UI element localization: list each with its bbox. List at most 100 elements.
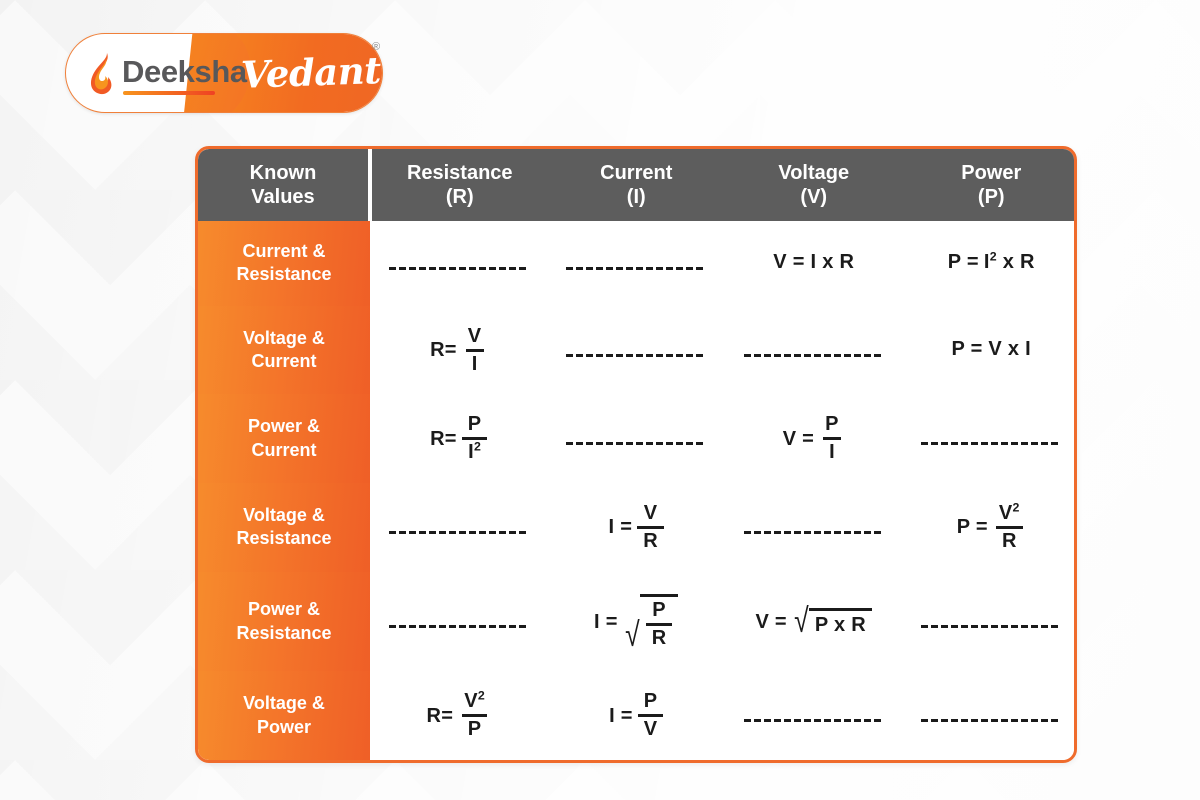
row-label-line-2: Resistance xyxy=(236,264,332,285)
registered-trademark-mark: ® xyxy=(372,41,381,53)
cell-voltage xyxy=(725,671,903,760)
fraction-numerator: V xyxy=(643,501,658,524)
fraction-denominator: V xyxy=(637,714,664,740)
column-header-known-values: Known Values xyxy=(198,149,372,221)
column-header-power: Power (P) xyxy=(902,149,1074,221)
cell-power xyxy=(902,671,1074,760)
header-line-2: (R) xyxy=(445,186,474,208)
formula: V = I x R xyxy=(773,252,854,272)
formula: R= V2 P xyxy=(426,688,491,740)
row-label-known-values: Voltage & Resistance xyxy=(198,483,370,572)
formula-left-side: V = xyxy=(755,610,787,633)
formula-left-side: I = xyxy=(608,516,633,539)
row-label-known-values: Voltage & Power xyxy=(198,671,370,760)
fraction-numerator: V2 xyxy=(464,688,486,713)
row-label-line-1: Voltage & xyxy=(243,327,325,348)
formula: P = V x I xyxy=(951,339,1031,359)
logo-vedantu-text: Vedantu xyxy=(240,47,383,97)
table-row: Voltage & Power R= V2 P I = P V xyxy=(198,671,1074,760)
table-row: Power & Current R= P I2 V = P I xyxy=(198,394,1074,484)
page-root: Deeksha Vedantu ® Known Values Resistanc… xyxy=(0,0,1200,800)
cell-resistance: R= V I xyxy=(370,305,548,395)
fraction-numerator: V xyxy=(467,324,482,347)
row-label-known-values: Voltage & Current xyxy=(198,305,370,395)
cell-current: I = √ P R xyxy=(547,571,725,672)
header-line-2: (P) xyxy=(977,186,1005,208)
header-line-2: (V) xyxy=(800,186,828,208)
row-label-line-2: Current xyxy=(251,351,317,372)
header-row: Known Values Resistance (R) Current (I) … xyxy=(198,149,1074,221)
formula-left-side: P = xyxy=(947,251,979,274)
fraction-numerator: V2 xyxy=(998,500,1020,524)
column-header-resistance: Resistance (R) xyxy=(370,149,548,221)
formula: R= P I2 xyxy=(430,414,488,463)
fraction-numerator: P xyxy=(652,599,666,621)
column-header-voltage: Voltage (V) xyxy=(725,149,903,221)
radical-sign-icon: √ xyxy=(794,602,809,641)
fraction: VR xyxy=(637,501,664,552)
table-row: Current & Resistance V = I x R P = I2 x R xyxy=(198,221,1074,306)
fraction-denominator: R xyxy=(645,623,673,649)
flame-icon xyxy=(90,53,112,95)
header-line-1: Current xyxy=(600,161,673,184)
row-label-line-2: Resistance xyxy=(236,528,332,549)
row-label-line-1: Current & xyxy=(242,240,326,261)
fraction-numerator: P xyxy=(467,413,482,436)
logo-underline xyxy=(123,91,215,95)
fraction-denominator: R xyxy=(995,525,1023,552)
cell-current xyxy=(547,305,725,395)
ohms-law-table-frame: Known Values Resistance (R) Current (I) … xyxy=(195,146,1077,763)
formula: V = P I xyxy=(783,414,845,463)
cell-power xyxy=(902,571,1074,672)
formula: I = P V xyxy=(609,691,664,740)
formula-left-side: I = xyxy=(609,704,633,727)
row-label-line-2: Power xyxy=(256,716,312,737)
formula-left-side: P = V x I xyxy=(951,338,1032,361)
row-label-known-values: Power & Current xyxy=(198,394,370,484)
cell-resistance: R= P I2 xyxy=(370,394,548,484)
empty-cell-dashes xyxy=(743,353,884,357)
table-row: Power & Resistance I = √ P R V = √ P x R xyxy=(198,571,1074,672)
empty-cell-dashes xyxy=(921,719,1061,723)
formula-left-side: I = xyxy=(594,610,618,633)
square-root: √ P R xyxy=(623,594,679,652)
fraction-denominator: I xyxy=(465,348,484,375)
radicand: PR xyxy=(639,594,679,649)
row-label-line-1: Power & xyxy=(247,599,321,620)
header-line-1: Resistance xyxy=(406,161,513,184)
table-row: Voltage & Resistance I = V R P = V2 R xyxy=(198,483,1074,572)
cell-resistance xyxy=(370,221,548,306)
cell-voltage: V = P I xyxy=(725,394,903,484)
header-line-1: Power xyxy=(961,161,1022,184)
cell-resistance xyxy=(370,483,548,572)
cell-resistance: R= V2 P xyxy=(370,671,548,760)
formula-left-side: R= xyxy=(430,427,457,450)
formula: I = V R xyxy=(608,501,664,552)
cell-current xyxy=(547,394,725,484)
header-line-2: Values xyxy=(251,186,315,208)
fraction: P I2 xyxy=(462,414,488,463)
logo-pill: Deeksha Vedantu xyxy=(65,33,383,113)
cell-power xyxy=(902,394,1074,484)
formula: P = I2 x R xyxy=(947,250,1035,274)
table-body: Current & Resistance V = I x R P = I2 x R Vol… xyxy=(198,221,1074,760)
logo-deeksha-text: Deeksha xyxy=(122,54,247,89)
fraction-numerator: P xyxy=(825,413,839,436)
fraction: VI xyxy=(462,324,488,375)
cell-voltage: V = I x R xyxy=(725,221,903,306)
fraction-denominator: I xyxy=(823,437,841,463)
fraction: PI xyxy=(819,414,845,463)
formula: I = √ P R xyxy=(594,594,679,652)
empty-cell-dashes xyxy=(743,719,884,723)
formula-left-side: V = xyxy=(782,427,815,450)
fraction: PV xyxy=(637,691,664,740)
cell-resistance xyxy=(370,571,548,672)
empty-cell-dashes xyxy=(921,442,1061,446)
row-label-line-2: Current xyxy=(251,439,317,460)
radicand-text: P x R xyxy=(814,613,867,636)
square-root: √ P x R xyxy=(792,602,873,641)
row-label-line-2: Resistance xyxy=(236,622,332,643)
empty-cell-dashes xyxy=(566,266,706,270)
header-line-2: (I) xyxy=(626,186,646,208)
radicand: P x R xyxy=(808,608,873,636)
